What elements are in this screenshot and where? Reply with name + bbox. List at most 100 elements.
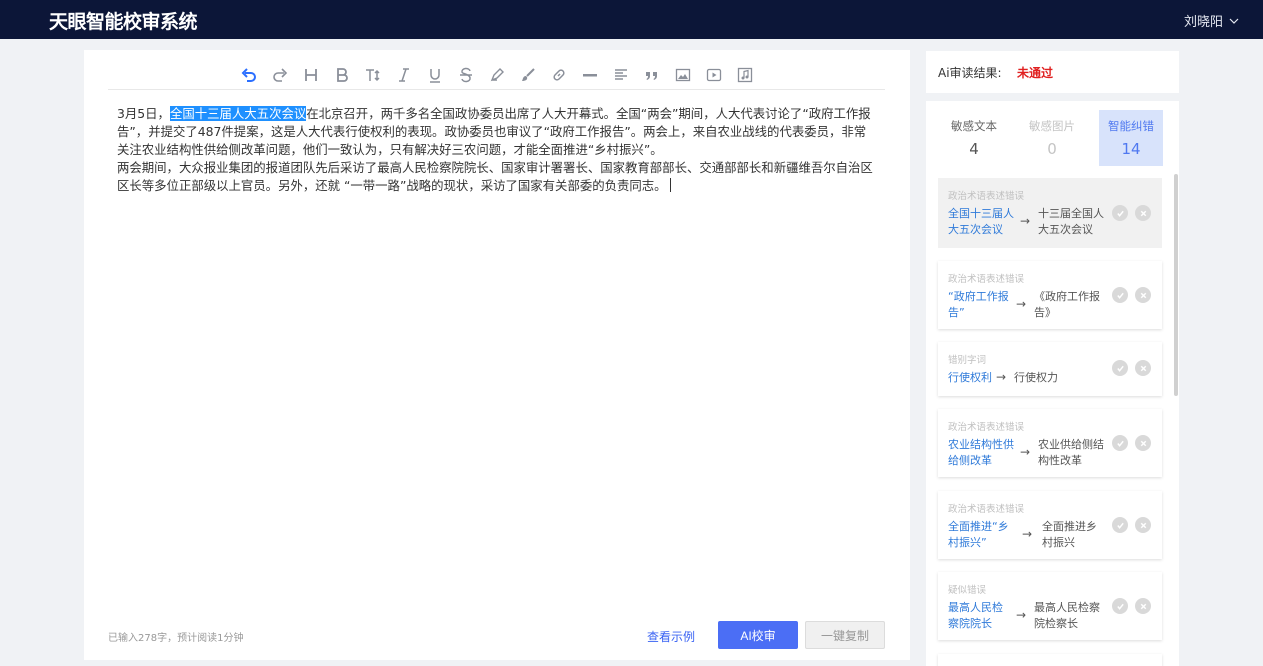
- issue-original: 全面推进“乡 村振兴”: [948, 519, 1009, 551]
- issue-suggestion-line: 院检察长: [1034, 617, 1078, 630]
- arrow-right-icon: →: [1016, 608, 1027, 622]
- issue-original: 行使权利: [948, 370, 992, 386]
- quote-icon[interactable]: [642, 65, 662, 85]
- editor-content[interactable]: 3月5日，全国十三届人大五次会议在北京召开，两千多名全国政协委员出席了人大开幕式…: [117, 105, 877, 195]
- bold-icon[interactable]: [332, 65, 352, 85]
- issue-original: “政府工作报 告”: [948, 289, 1009, 321]
- issue-suggestion: 最高人民检察 院检察长: [1034, 600, 1100, 632]
- review-result-label: Ai审读结果:: [938, 66, 1002, 80]
- copy-all-button[interactable]: 一键复制: [805, 621, 885, 649]
- user-menu[interactable]: 刘晓阳: [1184, 11, 1239, 30]
- audio-icon[interactable]: [735, 65, 755, 85]
- issue-original-line: “政府工作报: [948, 290, 1009, 303]
- tab-smart-correction[interactable]: 智能纠错 14: [1099, 110, 1163, 166]
- user-name: 刘晓阳: [1183, 15, 1223, 30]
- tab-sensitive-text[interactable]: 敏感文本 4: [942, 110, 1006, 166]
- issue-original-line: 农业结构性供: [948, 438, 1014, 451]
- ai-review-button[interactable]: AI校审: [718, 621, 798, 649]
- font-size-icon[interactable]: [363, 65, 383, 85]
- issue-card[interactable]: 疑似错误 最高人民检 察院院长 → 最高人民检察 院检察长: [938, 572, 1162, 640]
- text-caret: [669, 178, 671, 192]
- issue-suggestion: 全面推进乡 村振兴: [1042, 519, 1097, 551]
- accept-check-icon[interactable]: [1112, 598, 1128, 614]
- tab-label: 敏感文本: [951, 119, 997, 133]
- brush-icon[interactable]: [518, 65, 538, 85]
- issue-original: 农业结构性供 给侧改革: [948, 437, 1014, 469]
- tab-count: 0: [1047, 140, 1057, 158]
- reject-close-icon[interactable]: [1135, 205, 1151, 221]
- issue-type: 政治术语表述错误: [948, 191, 1025, 202]
- issue-card[interactable]: 政治术语表述错误 全国十三届人 大五次会议 → 十三届全国人 大五次会议: [938, 178, 1162, 248]
- issue-suggestion-line: 村振兴: [1042, 536, 1075, 549]
- issue-type: 政治术语表述错误: [948, 274, 1025, 285]
- undo-icon[interactable]: [239, 65, 259, 85]
- video-icon[interactable]: [704, 65, 724, 85]
- align-icon[interactable]: [611, 65, 631, 85]
- accept-check-icon[interactable]: [1112, 435, 1128, 451]
- horizontal-rule-icon[interactable]: [580, 65, 600, 85]
- reject-close-icon[interactable]: [1135, 360, 1151, 376]
- word-count: 已输入278字，预计阅读1分钟: [108, 633, 244, 644]
- heading-icon[interactable]: [301, 65, 321, 85]
- tab-count: 14: [1121, 140, 1141, 158]
- tab-label: 智能纠错: [1108, 119, 1154, 133]
- image-icon[interactable]: [673, 65, 693, 85]
- highlighter-icon[interactable]: [487, 65, 507, 85]
- chevron-down-icon: [1229, 18, 1239, 24]
- issue-original: 最高人民检 察院院长: [948, 600, 1003, 632]
- issues-panel: 敏感文本 4 敏感图片 0 智能纠错 14 政治术语表述错误 全国十三届人 大五次…: [926, 101, 1179, 666]
- issue-original-line: 大五次会议: [948, 223, 1003, 236]
- italic-icon[interactable]: [394, 65, 414, 85]
- paragraph-2: 两会期间，大众报业集团的报道团队先后采访了最高人民检察院院长、国家审计署署长、国…: [117, 159, 877, 195]
- accept-check-icon[interactable]: [1112, 360, 1128, 376]
- issue-suggestion-line: 告》: [1034, 306, 1056, 319]
- underline-icon[interactable]: [425, 65, 445, 85]
- accept-check-icon[interactable]: [1112, 517, 1128, 533]
- issue-original-line: 行使权利: [948, 371, 992, 384]
- issue-suggestion-line: 十三届全国人: [1038, 207, 1104, 220]
- issue-suggestion-line: 最高人民检察: [1034, 601, 1100, 614]
- tab-label: 敏感图片: [1029, 119, 1075, 133]
- issue-suggestion-line: 大五次会议: [1038, 223, 1093, 236]
- tab-sensitive-image[interactable]: 敏感图片 0: [1020, 110, 1084, 166]
- reject-close-icon[interactable]: [1135, 287, 1151, 303]
- editor-toolbar: [108, 60, 885, 90]
- tab-count: 4: [969, 140, 979, 158]
- issue-card[interactable]: 政治术语表述错误 全面推进“乡 村振兴” → 全面推进乡村振兴: [938, 491, 1162, 559]
- reject-close-icon[interactable]: [1135, 517, 1151, 533]
- issue-card[interactable]: 政治术语表述错误 “政府工作报 告” → 《政府工作报 告》: [938, 261, 1162, 329]
- issue-original: 全国十三届人 大五次会议: [948, 206, 1014, 238]
- reject-close-icon[interactable]: [1135, 435, 1151, 451]
- issue-card[interactable]: [938, 654, 1162, 666]
- issues-scrollbar[interactable]: [1174, 174, 1178, 396]
- editor-panel: 3月5日，全国十三届人大五次会议在北京召开，两千多名全国政协委员出席了人大开幕式…: [84, 50, 910, 660]
- issue-original-line: 给侧改革: [948, 454, 992, 467]
- issue-suggestion: 十三届全国人 大五次会议: [1038, 206, 1104, 238]
- arrow-right-icon: →: [1016, 297, 1027, 311]
- issue-type: 错别字词: [948, 355, 987, 366]
- paragraph-1-start: 3月5日，: [117, 106, 170, 121]
- review-result-status: 未通过: [1017, 66, 1054, 80]
- issue-card[interactable]: 错别字词 行使权利 → 行使权力: [938, 342, 1162, 396]
- issue-card[interactable]: 政治术语表述错误 农业结构性供 给侧改革 → 农业供给侧结 构性改革: [938, 409, 1162, 477]
- app-logo: 天眼智能校审系统: [49, 11, 198, 33]
- arrow-right-icon: →: [1022, 527, 1033, 541]
- reject-close-icon[interactable]: [1135, 598, 1151, 614]
- paragraph-2-text: 两会期间，大众报业集团的报道团队先后采访了最高人民检察院院长、国家审计署署长、国…: [117, 160, 873, 193]
- view-example-link[interactable]: 查看示例: [647, 628, 695, 645]
- issue-original-line: 最高人民检: [948, 601, 1003, 614]
- arrow-right-icon: →: [996, 370, 1007, 384]
- selected-text: 全国十三届人大五次会议: [169, 106, 307, 121]
- issue-original-line: 村振兴”: [948, 536, 987, 549]
- issue-type: 政治术语表述错误: [948, 504, 1025, 515]
- redo-icon[interactable]: [270, 65, 290, 85]
- issue-suggestion-line: 全面推进乡: [1042, 520, 1097, 533]
- link-icon[interactable]: [549, 65, 569, 85]
- issue-suggestion-line: 构性改革: [1038, 454, 1082, 467]
- issue-type: 疑似错误: [948, 585, 987, 596]
- issue-original-line: 全面推进“乡: [948, 520, 1009, 533]
- arrow-right-icon: →: [1020, 214, 1031, 228]
- accept-check-icon[interactable]: [1112, 287, 1128, 303]
- accept-check-icon[interactable]: [1112, 205, 1128, 221]
- strikethrough-icon[interactable]: [456, 65, 476, 85]
